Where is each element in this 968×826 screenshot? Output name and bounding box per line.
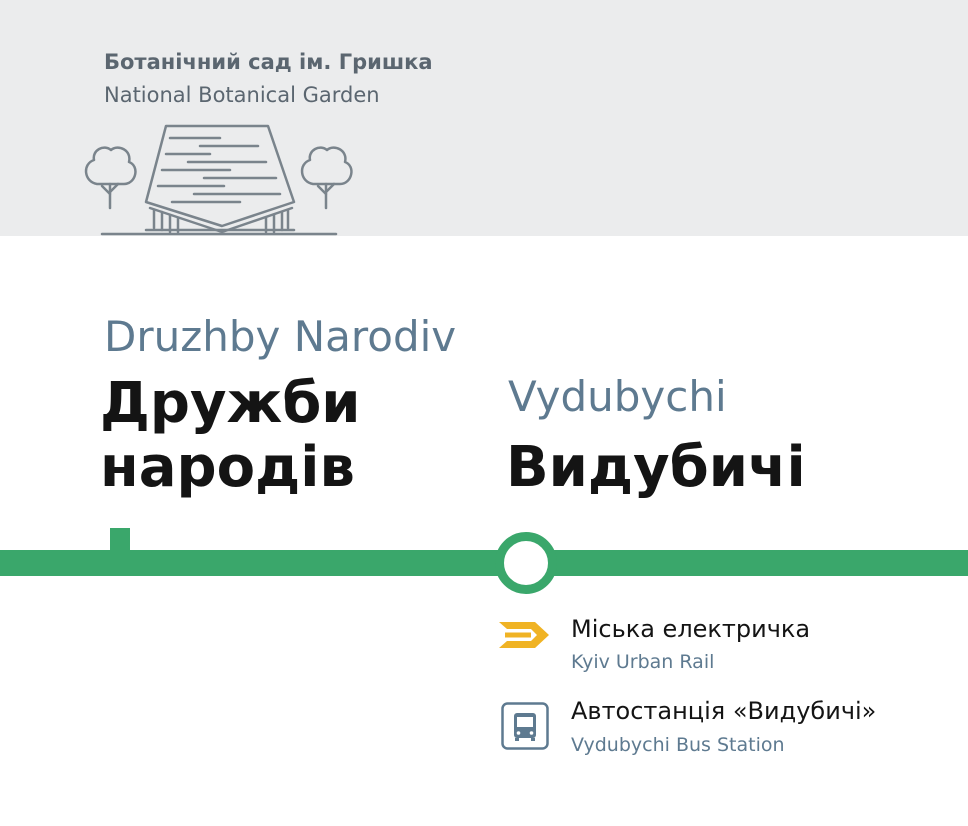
metro-line <box>0 550 968 576</box>
landmark-name-en: National Botanical Garden <box>104 83 380 107</box>
transfer-bus-station-en: Vydubychi Bus Station <box>571 734 785 756</box>
landmark-name-ua: Ботанічний сад ім. Гришка <box>104 50 433 74</box>
transfer-urban-rail-ua: Міська електричка <box>571 615 811 643</box>
station-druzhby-narodiv-ua-line2: народів <box>100 435 355 500</box>
station-vydubychi-en: Vydubychi <box>508 372 727 421</box>
transfer-urban-rail-en: Kyiv Urban Rail <box>571 651 715 673</box>
bus-icon <box>501 702 549 750</box>
current-station-circle <box>495 532 557 594</box>
station-vydubychi-ua: Видубичі <box>506 435 806 500</box>
urban-rail-icon <box>499 622 549 648</box>
transfer-bus-station-ua: Автостанція «Видубичі» <box>571 697 877 725</box>
botanical-garden-icon <box>84 124 353 236</box>
station-druzhby-narodiv-ua-line1: Дружби <box>100 371 361 436</box>
station-tick-druzhby-narodiv <box>110 528 130 554</box>
station-druzhby-narodiv-en: Druzhby Narodiv <box>104 312 457 361</box>
